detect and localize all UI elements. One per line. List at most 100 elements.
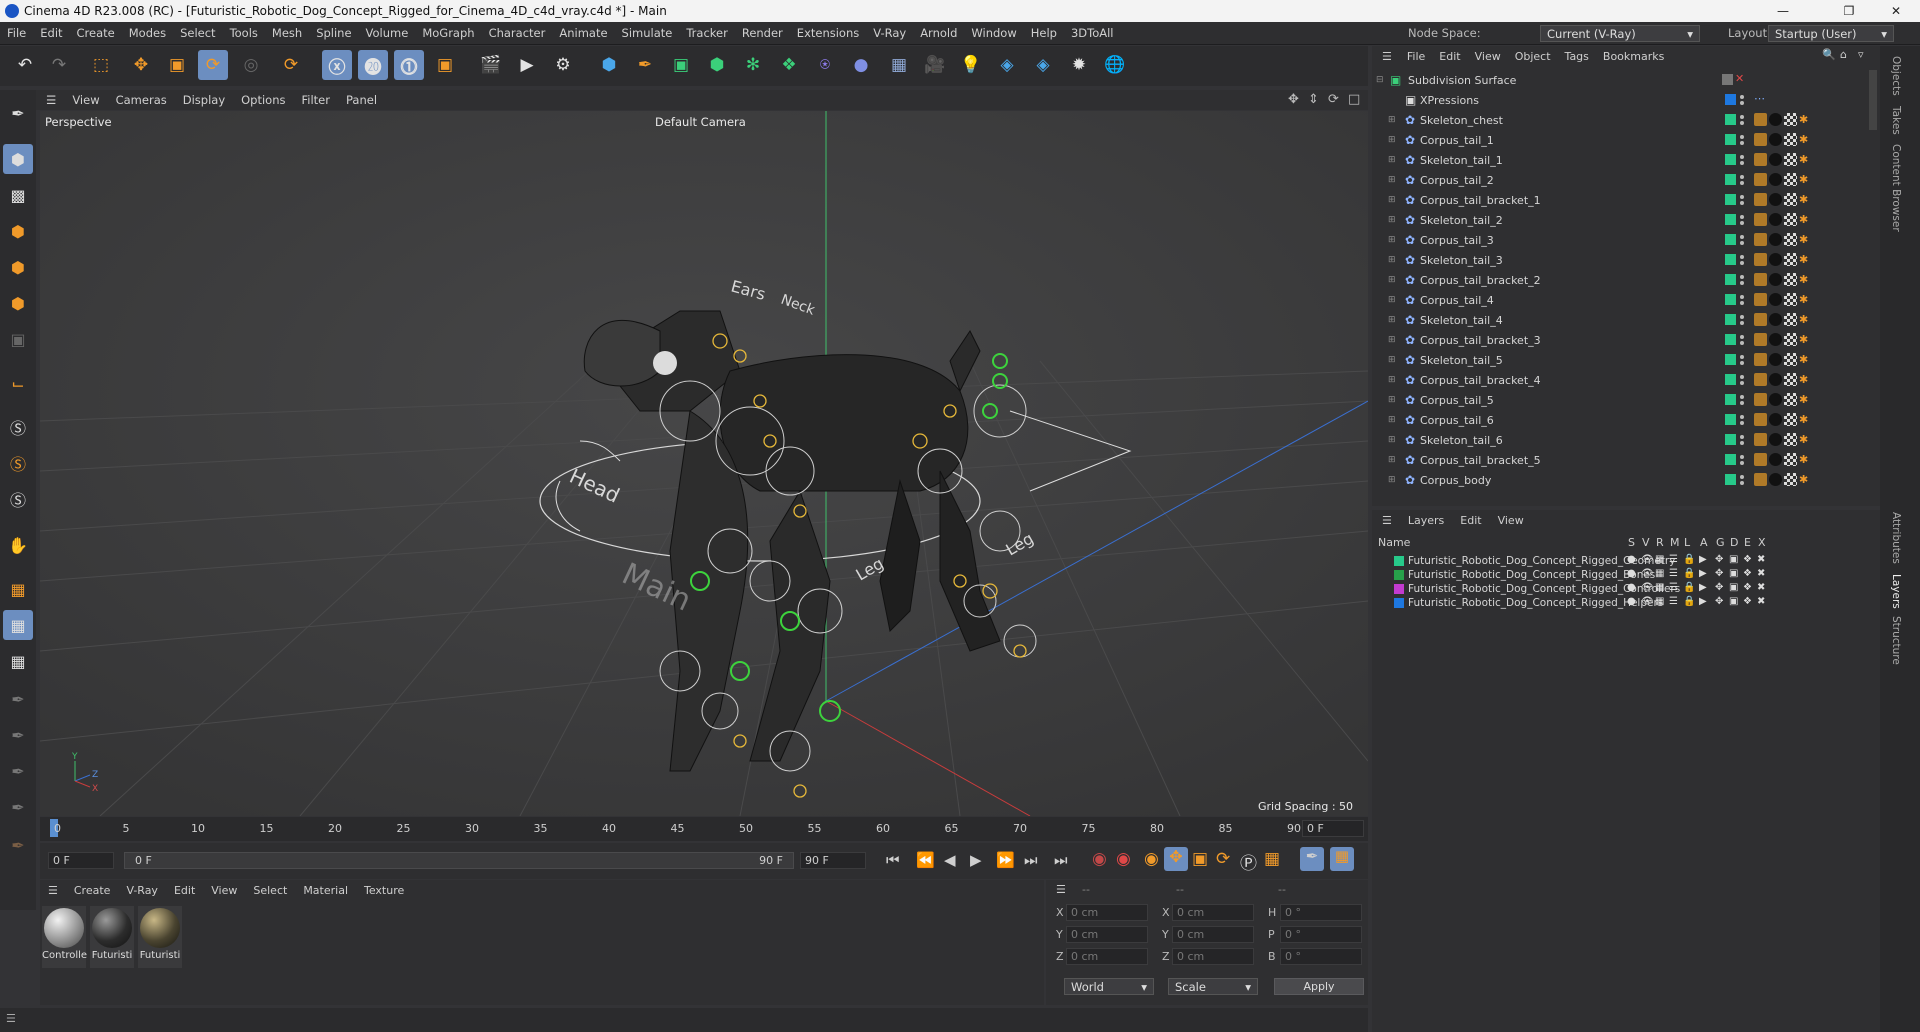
layer-row[interactable]: Futuristic_Robotic_Dog_Concept_Rigged_Co…: [1372, 582, 1880, 596]
texture-tag-icon[interactable]: [1784, 373, 1797, 386]
layer-generators-icon[interactable]: ✥: [1715, 554, 1723, 565]
layer-locked-icon[interactable]: 🔒: [1683, 568, 1695, 579]
object-row[interactable]: ⊞ ✿ Skeleton_tail_4 ✱: [1372, 310, 1880, 330]
texture-tag-icon[interactable]: [1784, 353, 1797, 366]
render-settings-button[interactable]: ⚙: [548, 50, 578, 80]
soft-selection-button[interactable]: ▦: [3, 646, 33, 676]
pose-tag-icon[interactable]: ✱: [1799, 393, 1812, 406]
axis-mode-button[interactable]: ⌙: [3, 368, 33, 398]
expand-icon[interactable]: ⊞: [1388, 335, 1396, 345]
material-swatch[interactable]: Controlle: [42, 906, 87, 968]
texture-tag-icon[interactable]: [1784, 153, 1797, 166]
rotate-view-icon[interactable]: ⟳: [1328, 92, 1339, 107]
weight-tag-icon[interactable]: [1754, 213, 1767, 226]
light-button[interactable]: 💡: [956, 50, 986, 80]
object-row[interactable]: ⊞ ✿ Skeleton_tail_6 ✱: [1372, 430, 1880, 450]
coord-position-field[interactable]: 0 cm: [1066, 904, 1148, 921]
weight-tag-icon[interactable]: [1754, 173, 1767, 186]
layer-expressions-icon[interactable]: ❖: [1743, 582, 1752, 593]
object-row[interactable]: ⊞ ✿ Skeleton_tail_1 ✱: [1372, 150, 1880, 170]
layer-expressions-icon[interactable]: ❖: [1743, 568, 1752, 579]
key-rotation-button[interactable]: ⟳: [1216, 849, 1230, 869]
object-menu-tags[interactable]: Tags: [1558, 50, 1596, 63]
material-tag-icon[interactable]: [1769, 273, 1782, 286]
material-tag-icon[interactable]: [1769, 373, 1782, 386]
pose-tag-icon[interactable]: ✱: [1799, 473, 1812, 486]
python-script-button[interactable]: ◈: [1028, 50, 1058, 80]
weight-tool-button[interactable]: ✒: [3, 830, 33, 860]
pose-tag-icon[interactable]: ✱: [1799, 113, 1812, 126]
apply-button[interactable]: Apply: [1274, 978, 1364, 995]
layer-animation-icon[interactable]: ▶: [1699, 582, 1707, 593]
material-menu-vray[interactable]: V-Ray: [118, 884, 166, 897]
material-tag-icon[interactable]: [1769, 453, 1782, 466]
editor-visibility-dot[interactable]: [1740, 415, 1744, 419]
object-row[interactable]: ⊞ ✿ Corpus_tail_bracket_1 ✱: [1372, 190, 1880, 210]
expand-icon[interactable]: ⊞: [1388, 375, 1396, 385]
object-row[interactable]: ⊞ ✿ Corpus_tail_bracket_3 ✱: [1372, 330, 1880, 350]
pose-tag-icon[interactable]: ✱: [1799, 213, 1812, 226]
object-row[interactable]: ⊞ ✿ Corpus_tail_bracket_4 ✱: [1372, 370, 1880, 390]
render-visibility-dot[interactable]: [1740, 341, 1744, 345]
layer-locked-icon[interactable]: 🔒: [1683, 596, 1695, 607]
editor-visibility-dot[interactable]: [1740, 335, 1744, 339]
expand-icon[interactable]: ⊞: [1388, 315, 1396, 325]
start-frame-field[interactable]: 0 F: [48, 852, 114, 869]
layer-render-icon[interactable]: ▦: [1655, 582, 1664, 593]
material-tag-icon[interactable]: [1769, 393, 1782, 406]
recent-tools-button[interactable]: ⟳: [276, 50, 306, 80]
tab-attributes[interactable]: Attributes: [1890, 512, 1902, 564]
layer-animation-icon[interactable]: ▶: [1699, 568, 1707, 579]
brush-button[interactable]: ✒: [3, 756, 33, 786]
layer-xrefs-icon[interactable]: ✖: [1757, 568, 1765, 579]
editor-visibility-dot[interactable]: [1740, 295, 1744, 299]
filter-icon[interactable]: ▿: [1858, 48, 1864, 61]
lock-workplane-button[interactable]: ✋: [3, 530, 33, 560]
object-row-root[interactable]: ⊟ ▣ Subdivision Surface ✕: [1372, 70, 1880, 90]
layer-render-icon[interactable]: ▦: [1655, 568, 1664, 579]
texture-tag-icon[interactable]: [1784, 113, 1797, 126]
texture-tag-icon[interactable]: [1784, 433, 1797, 446]
floor-button[interactable]: ▦: [884, 50, 914, 80]
layer-manager-icon[interactable]: ☰: [1669, 596, 1678, 607]
layer-locked-icon[interactable]: 🔒: [1683, 554, 1695, 565]
expand-icon[interactable]: ⊞: [1388, 175, 1396, 185]
pose-tag-icon[interactable]: ✱: [1799, 313, 1812, 326]
expand-icon[interactable]: ⊞: [1388, 475, 1396, 485]
texture-tag-icon[interactable]: [1784, 473, 1797, 486]
tab-takes[interactable]: Takes: [1890, 106, 1902, 135]
menu-animate[interactable]: Animate: [552, 26, 614, 40]
layer-deformers-icon[interactable]: ▣: [1729, 582, 1738, 593]
editor-visibility-dot[interactable]: [1740, 435, 1744, 439]
weight-tag-icon[interactable]: [1754, 373, 1767, 386]
layer-flag-header[interactable]: R: [1656, 536, 1664, 549]
menu-spline[interactable]: Spline: [309, 26, 358, 40]
layer-flag-header[interactable]: G: [1716, 536, 1725, 549]
object-row[interactable]: ⊞ ✿ Skeleton_chest ✱: [1372, 110, 1880, 130]
maximize-button[interactable]: ❐: [1826, 0, 1872, 22]
timeline-window-button[interactable]: ▦: [1330, 847, 1354, 871]
menu-file[interactable]: File: [0, 26, 33, 40]
menu-3dtoall[interactable]: 3DToAll: [1064, 26, 1121, 40]
sculpt-button[interactable]: ✒: [3, 684, 33, 714]
menu-render[interactable]: Render: [735, 26, 790, 40]
object-row[interactable]: ⊞ ✿ Corpus_tail_3 ✱: [1372, 230, 1880, 250]
pose-tag-icon[interactable]: ✱: [1799, 233, 1812, 246]
render-visibility-dot[interactable]: [1740, 141, 1744, 145]
close-window-button[interactable]: ✕: [1873, 0, 1919, 22]
previous-frame-button[interactable]: ◀: [944, 851, 956, 869]
deformer-button[interactable]: ⍟: [810, 50, 840, 80]
editor-visibility-dot[interactable]: [1740, 235, 1744, 239]
field-button[interactable]: ●: [846, 50, 876, 80]
disabled-x-icon[interactable]: ✕: [1735, 72, 1744, 85]
search-icon[interactable]: 🔍: [1822, 48, 1836, 61]
weight-tag-icon[interactable]: [1754, 413, 1767, 426]
layer-deformers-icon[interactable]: ▣: [1729, 554, 1738, 565]
make-editable-button[interactable]: ✒: [3, 98, 33, 128]
render-visibility-dot[interactable]: [1740, 481, 1744, 485]
keyframe-selection-icon[interactable]: ◉: [1144, 849, 1159, 869]
render-visibility-dot[interactable]: [1740, 461, 1744, 465]
material-tag-icon[interactable]: [1769, 353, 1782, 366]
coord-size-field[interactable]: 0 cm: [1172, 926, 1254, 943]
menu-tracker[interactable]: Tracker: [679, 26, 735, 40]
